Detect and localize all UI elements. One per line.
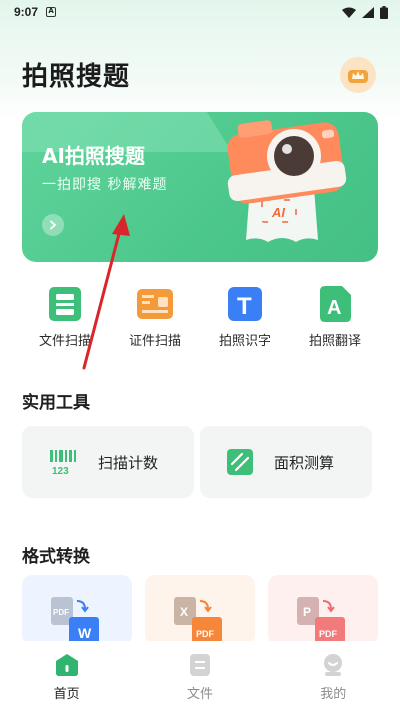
status-indicators <box>342 5 388 19</box>
excel-to-pdf-icon: X PDF <box>174 597 222 645</box>
text-recognition-icon: T <box>225 284 265 324</box>
quick-action-file-scan[interactable]: 文件扫描 <box>22 284 108 356</box>
format-section-title: 格式转换 <box>22 547 90 567</box>
nav-label: 文件 <box>186 687 213 702</box>
tool-label: 面积测算 <box>274 453 335 472</box>
format-from: P <box>303 605 311 619</box>
signal-icon <box>362 6 374 18</box>
home-icon <box>55 654 78 676</box>
quick-action-label: 拍照识字 <box>218 334 271 349</box>
file-icon <box>189 654 210 676</box>
id-card-icon <box>135 284 175 324</box>
camera-badge-text: AI <box>271 205 285 220</box>
quick-action-id-scan[interactable]: 证件扫描 <box>112 284 198 356</box>
nav-label: 首页 <box>53 687 80 702</box>
battery-icon <box>380 5 388 19</box>
profile-icon <box>324 654 343 676</box>
format-card-ppt-to-pdf[interactable]: P PDF <box>268 575 378 645</box>
file-scan-icon <box>45 284 85 324</box>
wifi-icon <box>342 7 356 18</box>
banner-go-button[interactable] <box>42 214 64 236</box>
nav-item-files[interactable]: 文件 <box>155 653 245 702</box>
status-time: 9:07 <box>14 5 39 19</box>
banner-subtitle: 一拍即搜 秒解难题 <box>42 177 168 193</box>
format-from: PDF <box>53 608 69 617</box>
crown-icon <box>348 70 368 83</box>
quick-action-label: 证件扫描 <box>128 334 181 349</box>
quick-action-translate[interactable]: A 拍照翻译 <box>292 284 378 356</box>
format-to: W <box>78 625 92 641</box>
quick-action-label: 文件扫描 <box>38 334 91 349</box>
barcode-count-icon: 123 <box>50 450 76 476</box>
bottom-nav: 首页 文件 我的 <box>0 641 400 712</box>
pdf-to-word-icon: PDF W <box>51 597 99 645</box>
format-card-pdf-to-word[interactable]: PDF W <box>22 575 132 645</box>
vip-button[interactable] <box>340 57 376 93</box>
tool-label: 扫描计数 <box>98 453 159 472</box>
format-from: X <box>180 605 188 619</box>
translate-icon: A <box>315 284 355 324</box>
barcode-badge: 123 <box>52 466 69 476</box>
ai-search-banner[interactable]: AI拍照搜题 一拍即搜 秒解难题 AI <box>22 112 378 262</box>
nav-item-home[interactable]: 首页 <box>22 653 112 702</box>
banner-title: AI拍照搜题 <box>42 144 145 168</box>
quick-action-ocr[interactable]: T 拍照识字 <box>202 284 288 356</box>
tool-card-area-measure[interactable]: 面积测算 <box>200 426 372 498</box>
format-to: PDF <box>196 629 215 639</box>
area-measure-icon <box>227 449 253 475</box>
page-title: 拍照搜题 <box>22 62 131 92</box>
a-icon: A <box>46 7 57 17</box>
format-to: PDF <box>319 629 338 639</box>
quick-actions: 文件扫描 证件扫描 T 拍照识字 A 拍照翻译 <box>22 284 378 356</box>
translate-glyph: A <box>327 297 341 319</box>
format-card-excel-to-pdf[interactable]: X PDF <box>145 575 255 645</box>
tools-section-title: 实用工具 <box>22 393 90 413</box>
ocr-glyph: T <box>237 293 252 320</box>
chevron-right-icon <box>50 220 57 230</box>
camera-illustration: AI <box>227 120 347 242</box>
nav-label: 我的 <box>320 687 347 702</box>
tool-card-scan-count[interactable]: 123 扫描计数 <box>22 426 194 498</box>
quick-action-label: 拍照翻译 <box>308 334 361 349</box>
status-bar: 9:07 A <box>0 0 400 24</box>
nav-item-profile[interactable]: 我的 <box>288 653 378 702</box>
ppt-to-pdf-icon: P PDF <box>297 597 345 645</box>
